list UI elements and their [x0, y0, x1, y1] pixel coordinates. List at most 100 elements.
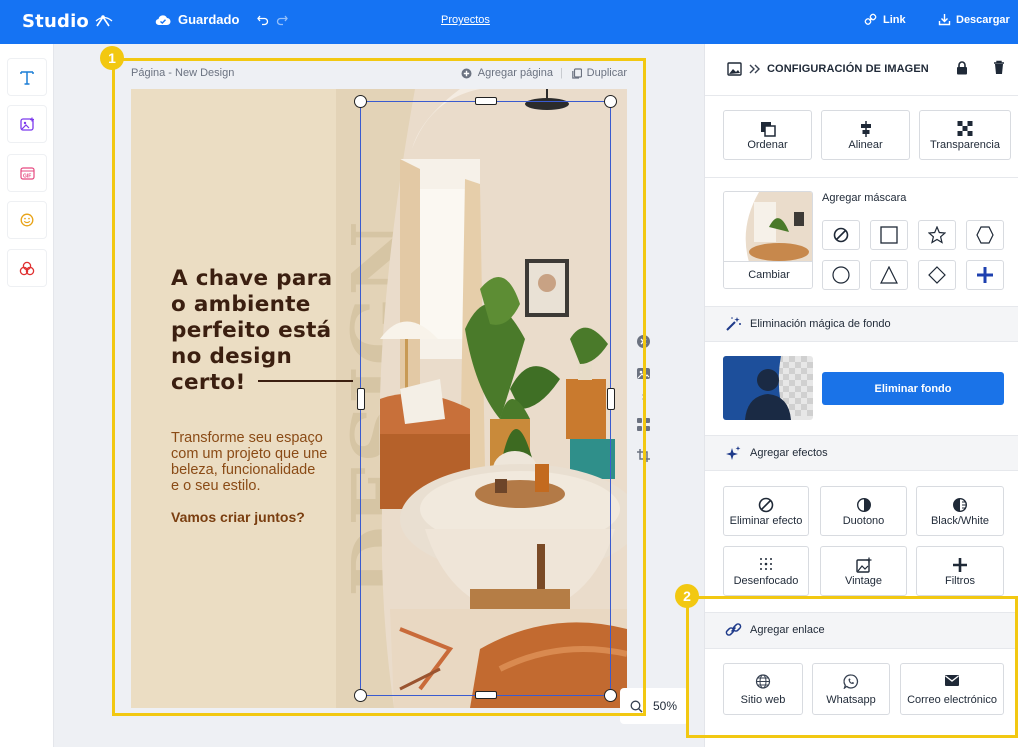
whatsapp-link-button[interactable]: Whatsapp [812, 663, 890, 715]
sparkles-icon [726, 446, 741, 460]
crop-icon[interactable] [636, 448, 651, 463]
cloud-check-icon [155, 14, 171, 25]
save-status: Guardado [155, 12, 239, 27]
bg-removal-label: Eliminación mágica de fondo [750, 317, 891, 330]
mask-circle[interactable] [822, 260, 860, 290]
filters-button[interactable]: Filtros [916, 546, 1004, 596]
drag-dots-icon[interactable] [636, 393, 651, 401]
poster-cta[interactable]: Vamos criar juntos? [171, 509, 305, 525]
mask-star[interactable] [918, 220, 956, 250]
resize-handle-bottom[interactable] [475, 691, 497, 699]
mask-diamond[interactable] [918, 260, 956, 290]
resize-handle-top[interactable] [475, 97, 497, 105]
callout-badge: 1 [100, 46, 124, 70]
undo-icon[interactable] [257, 14, 269, 26]
headline-rule [258, 380, 353, 382]
group-icon[interactable] [636, 417, 651, 432]
panel-title: CONFIGURACIÓN DE IMAGEN [767, 63, 929, 75]
plus-circle-icon [461, 68, 472, 78]
body-line: Transforme seu espaço [171, 430, 323, 446]
transparency-label: Transparencia [930, 139, 1000, 151]
mask-square[interactable] [870, 220, 908, 250]
duotone-button[interactable]: Duotono [820, 486, 907, 536]
resize-handle-bottom-left[interactable] [354, 689, 367, 702]
diamond-icon [928, 266, 946, 284]
black-white-button[interactable]: Black/White [916, 486, 1004, 536]
emoji-icon [20, 213, 34, 227]
text-icon [20, 70, 34, 85]
mask-none[interactable] [822, 220, 860, 250]
download-button[interactable]: Descargar [938, 13, 1010, 26]
redo-icon[interactable] [276, 14, 288, 26]
resize-handle-left[interactable] [357, 388, 365, 410]
mask-hexagon[interactable] [966, 220, 1004, 250]
mask-preview[interactable]: Cambiar [723, 191, 813, 289]
email-link-button[interactable]: Correo electrónico [900, 663, 1004, 715]
mask-triangle[interactable] [870, 260, 908, 290]
delete-element-icon[interactable] [636, 334, 651, 349]
blur-button[interactable]: Desenfocado [723, 546, 809, 596]
text-tool[interactable] [7, 58, 47, 96]
headline-line: A chave para [171, 266, 333, 291]
resize-handle-top-right[interactable] [604, 95, 617, 108]
gif-tool[interactable]: GIF [7, 154, 47, 192]
callout-badge: 2 [675, 584, 699, 608]
add-page-button[interactable]: Agregar página [461, 67, 553, 79]
divider [705, 470, 1018, 471]
image-tool[interactable] [7, 105, 47, 143]
poster-headline[interactable]: A chave para o ambiente perfeito está no… [171, 266, 371, 396]
zoom-control[interactable]: 50% [620, 688, 688, 724]
bg-removal-header: Eliminación mágica de fondo [725, 316, 891, 331]
remove-background-button[interactable]: Eliminar fondo [822, 372, 1004, 405]
no-mask-icon [833, 227, 849, 243]
double-chevron-icon [749, 64, 760, 74]
body-line: e o seu estilo. [171, 478, 261, 494]
contrast-icon [952, 497, 968, 513]
lock-icon[interactable] [956, 61, 968, 75]
download-label: Descargar [956, 13, 1010, 26]
vintage-icon [855, 557, 871, 573]
mask-add[interactable] [966, 260, 1004, 290]
brand-logo[interactable]: Studio [22, 11, 89, 32]
link-label: Link [883, 13, 906, 26]
projects-link[interactable]: Proyectos [441, 14, 490, 26]
image-add-icon [19, 117, 34, 131]
mask-label: Agregar máscara [822, 192, 907, 204]
duotone-label: Duotono [842, 515, 885, 527]
header-divider: | [560, 67, 563, 79]
change-image-button[interactable]: Cambiar [724, 261, 812, 288]
shapes-tool[interactable] [7, 249, 47, 287]
emoji-tool[interactable] [7, 201, 47, 239]
remove-effect-button[interactable]: Eliminar efecto [723, 486, 809, 536]
no-effect-icon [758, 497, 774, 513]
divider [705, 435, 1018, 436]
website-link-button[interactable]: Sitio web [723, 663, 803, 715]
add-page-label: Agregar página [477, 67, 553, 79]
align-button[interactable]: Alinear [821, 110, 910, 160]
link-button[interactable]: Link [864, 13, 906, 26]
arrange-button[interactable]: Ordenar [723, 110, 812, 160]
page-header: Página - New Design Agregar página | Dup… [131, 67, 627, 81]
divider [705, 306, 1018, 307]
divider [705, 177, 1018, 178]
link-section-label: Agregar enlace [750, 624, 825, 636]
replace-image-icon[interactable] [636, 366, 651, 381]
trash-icon[interactable] [993, 60, 1005, 75]
duplicate-button[interactable]: Duplicar [571, 67, 627, 79]
resize-handle-bottom-right[interactable] [604, 689, 617, 702]
website-label: Sitio web [740, 694, 786, 706]
divider [705, 612, 1018, 613]
square-icon [880, 226, 898, 244]
page-name: Página - New Design [131, 67, 235, 79]
headline-line: perfeito está [171, 318, 332, 343]
pen-tool-icon [95, 15, 113, 27]
poster-body[interactable]: Transforme seu espaço com um projeto que… [171, 430, 371, 494]
selection-frame[interactable] [360, 101, 611, 696]
transparency-button[interactable]: Transparencia [919, 110, 1011, 160]
top-bar: Studio Guardado Proyectos Link Descargar [0, 0, 1018, 44]
resize-handle-top-left[interactable] [354, 95, 367, 108]
resize-handle-right[interactable] [607, 388, 615, 410]
blur-label: Desenfocado [733, 575, 799, 587]
vintage-button[interactable]: Vintage [820, 546, 907, 596]
person-silhouette-image [723, 356, 813, 420]
